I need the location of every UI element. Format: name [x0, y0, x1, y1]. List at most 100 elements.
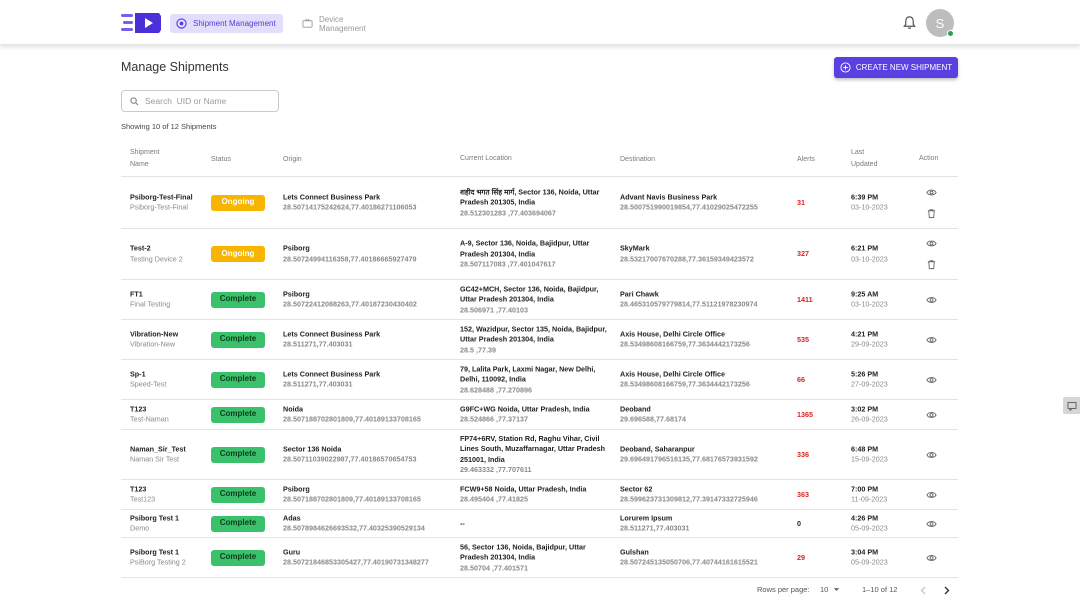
origin-name: Psiborg	[283, 484, 310, 493]
shipments-table: Shipment Name Status Origin Current Loca…	[121, 141, 958, 578]
current-location-cell: GC42+MCH, Sector 136, Noida, Bajidpur, U…	[460, 284, 615, 316]
header-origin[interactable]: Origin	[283, 154, 302, 166]
search-input[interactable]	[145, 96, 275, 106]
header-status[interactable]: Status	[211, 154, 231, 166]
header-current-location[interactable]: Current Location	[460, 153, 512, 165]
status-cell: Complete	[211, 549, 265, 566]
shipment-subname: Demo	[130, 523, 150, 533]
action-cell	[922, 409, 940, 420]
status-cell: Complete	[211, 515, 265, 532]
last-updated-cell: 4:26 PM 05-09-2023	[851, 513, 888, 534]
current-location-name: 56, Sector 136, Noida, Bajidpur, Uttar P…	[460, 541, 586, 562]
destination-name: Axis House, Delhi Circle Office	[620, 369, 726, 378]
create-shipment-label: CREATE NEW SHIPMENT	[855, 63, 953, 72]
view-icon[interactable]	[925, 552, 937, 563]
last-updated-time: 3:04 PM	[851, 547, 879, 556]
page-range: 1–10 of 12	[862, 585, 898, 594]
view-icon[interactable]	[925, 518, 937, 529]
alerts-count: 336	[797, 449, 809, 459]
current-location-name: 79, Lalita Park, Laxmi Nagar, New Delhi,…	[460, 363, 596, 384]
view-icon[interactable]	[925, 238, 937, 249]
origin-name: Lets Connect Business Park	[283, 329, 381, 338]
view-icon[interactable]	[925, 334, 937, 345]
rows-per-page-label: Rows per page:	[757, 585, 810, 594]
last-updated-cell: 4:21 PM 29-09-2023	[851, 329, 888, 350]
rows-per-page-select[interactable]: 10	[820, 585, 840, 594]
table-header: Shipment Name Status Origin Current Loca…	[121, 141, 958, 177]
page-title: Manage Shipments	[121, 60, 229, 74]
shipment-subname: Test123	[130, 494, 156, 504]
rows-per-page-value: 10	[820, 585, 829, 594]
status-badge: Complete	[211, 406, 265, 423]
origin-cell: Lets Connect Business Park 28.50714175242…	[283, 192, 455, 213]
last-updated-date: 03-10-2023	[851, 299, 888, 309]
table-row[interactable]: T123 Test123 Complete Psiborg 28.50718870280…	[121, 480, 958, 510]
current-location-name: 152, Wazidpur, Sector 135, Noida, Bajidp…	[460, 323, 607, 344]
tab-device-management[interactable]: Device Management	[296, 14, 396, 33]
view-icon[interactable]	[925, 409, 937, 420]
shipment-name-cell: FT1 Final Testing	[130, 289, 206, 310]
table-row[interactable]: Psiborg Test 1 Demo Complete Adas 28.5078984…	[121, 510, 958, 538]
table-row[interactable]: Psiborg-Test-Final Psiborg-Test-Final Ongo…	[121, 177, 958, 229]
current-location-coordinates: 28.628488 ,77.270896	[460, 384, 532, 394]
view-icon[interactable]	[925, 294, 937, 305]
origin-coordinates: 28.507188702801809,77.40189133708165	[283, 494, 421, 504]
destination-cell: Gulshan 28.507245135050706,77.40744161615…	[620, 547, 792, 568]
header-alerts[interactable]: Alerts	[797, 154, 815, 166]
origin-coordinates: 28.50714175242624,77.40186271106053	[283, 202, 417, 212]
feedback-tab[interactable]	[1063, 397, 1080, 414]
destination-name: Gulshan	[620, 547, 649, 556]
search-box[interactable]	[121, 90, 279, 112]
origin-cell: Sector 136 Noida 28.50711039022987,77.401…	[283, 444, 455, 465]
shipment-name-cell: Vibration-New Vibration-New	[130, 329, 206, 350]
view-icon[interactable]	[925, 489, 937, 500]
last-updated-time: 7:00 PM	[851, 484, 879, 493]
top-bar: Shipment Management Device Management S	[0, 0, 1080, 45]
view-icon[interactable]	[925, 374, 937, 385]
delete-icon[interactable]	[926, 208, 937, 219]
origin-cell: Psiborg 28.507188702801809,77.40189133708…	[283, 484, 455, 505]
device-icon	[302, 18, 313, 28]
destination-cell: Axis House, Delhi Circle Office 28.534986…	[620, 329, 792, 350]
delete-icon[interactable]	[926, 259, 937, 270]
brand-logo[interactable]	[121, 10, 163, 36]
prev-page-icon[interactable]	[919, 586, 928, 595]
table-row[interactable]: T123 Test-Naman Complete Noida 28.5071887028…	[121, 400, 958, 430]
shipment-name: FT1	[130, 289, 143, 298]
header-shipment-name[interactable]: Shipment Name	[130, 147, 160, 171]
table-row[interactable]: Psiborg Test 1 PsiBorg Testing 2 Complete G…	[121, 538, 958, 578]
last-updated-time: 4:26 PM	[851, 513, 879, 522]
tab-shipment-management[interactable]: Shipment Management	[170, 14, 283, 33]
create-shipment-button[interactable]: CREATE NEW SHIPMENT	[834, 57, 958, 78]
table-row[interactable]: FT1 Final Testing Complete Psiborg 28.507224…	[121, 280, 958, 320]
origin-cell: Guru 28.50721846853305427,77.401907313482…	[283, 547, 455, 568]
shipment-icon	[176, 18, 187, 29]
header-last-updated[interactable]: Last Updated	[851, 147, 877, 171]
origin-name: Guru	[283, 547, 301, 556]
shipment-name: Psiborg-Test-Final	[130, 192, 193, 201]
table-row[interactable]: Naman_Sir_Test Naman Sir Test Complete Sect…	[121, 430, 958, 480]
table-row[interactable]: Vibration-New Vibration-New Complete Lets C…	[121, 320, 958, 360]
destination-cell: Pari Chawk 28.465310579779814,77.51121978…	[620, 289, 792, 310]
shipment-name-cell: Psiborg Test 1 Demo	[130, 513, 206, 534]
header-destination[interactable]: Destination	[620, 154, 655, 166]
shipment-subname: Vibration-New	[130, 339, 176, 349]
view-icon[interactable]	[925, 187, 937, 198]
status-badge: Ongoing	[211, 194, 265, 211]
next-page-icon[interactable]	[942, 586, 951, 595]
notification-bell-icon[interactable]	[902, 15, 917, 30]
action-cell	[922, 294, 940, 305]
last-updated-time: 6:21 PM	[851, 243, 879, 253]
table-row[interactable]: Sp-1 Speed-Test Complete Lets Connect Busin…	[121, 360, 958, 400]
destination-cell: Deoband, Saharanpur 29.696491796516135,77…	[620, 444, 792, 465]
last-updated-date: 26-09-2023	[851, 414, 888, 424]
header-last-updated-line2: Updated	[851, 161, 878, 168]
view-icon[interactable]	[925, 449, 937, 460]
status-badge: Complete	[211, 486, 265, 503]
last-updated-cell: 3:02 PM 26-09-2023	[851, 404, 888, 425]
action-cell	[922, 187, 940, 219]
status-cell: Complete	[211, 446, 265, 463]
table-row[interactable]: Test-2 Testing Device 2 Ongoing Psiborg 28.5…	[121, 229, 958, 280]
last-updated-cell: 9:25 AM 03-10-2023	[851, 289, 888, 310]
origin-coordinates: 28.50711039022987,77.40186570654753	[283, 454, 417, 464]
